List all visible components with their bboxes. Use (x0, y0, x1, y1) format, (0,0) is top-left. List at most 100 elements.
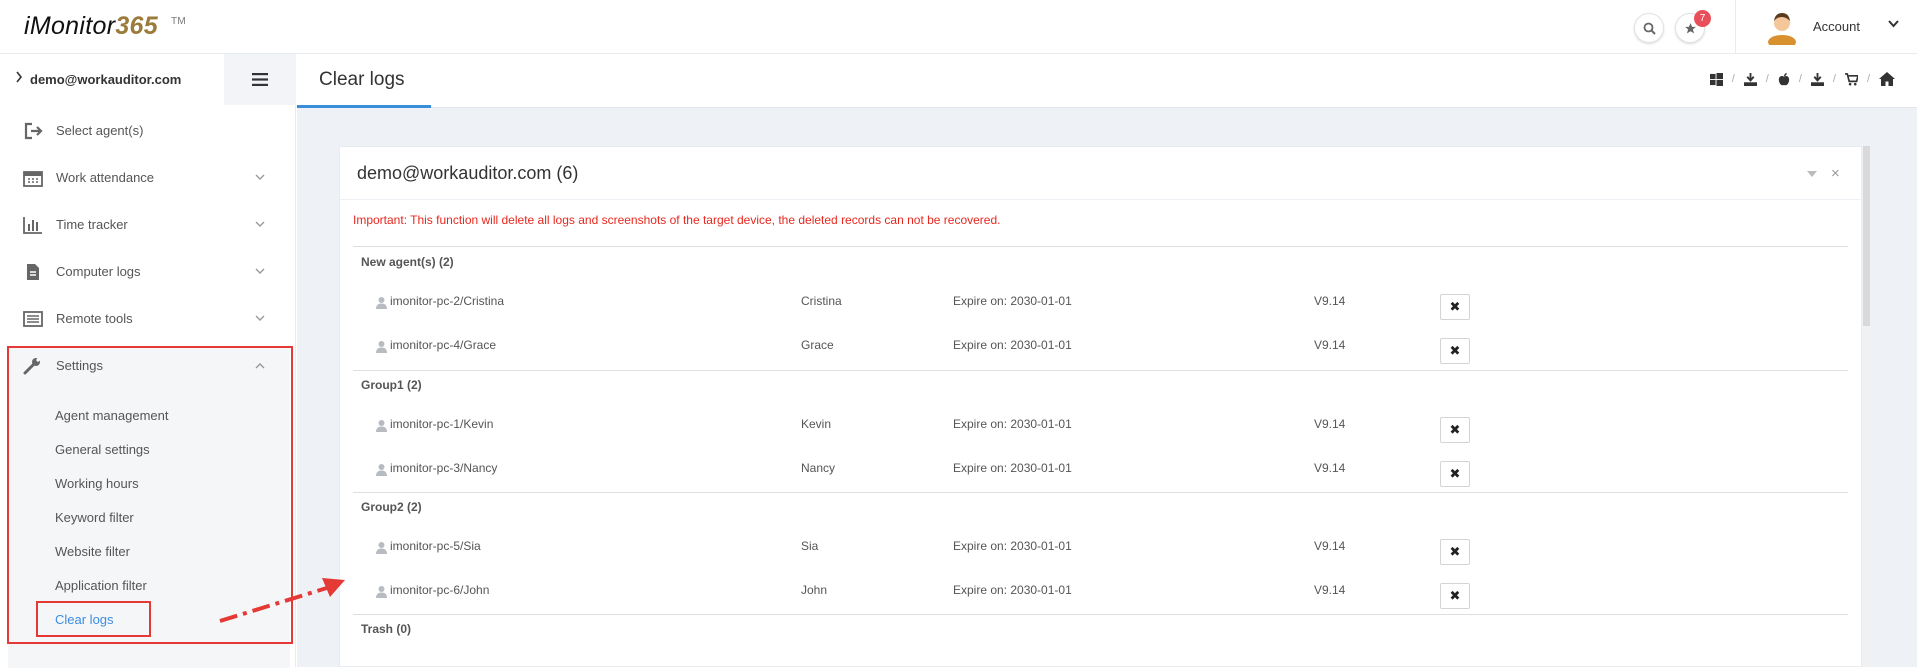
page-toolbar: / / / / / (1709, 72, 1895, 86)
scrollbar-thumb[interactable] (1863, 146, 1870, 326)
chevron-down-icon (255, 315, 265, 321)
sidebar-item-label: Remote tools (56, 311, 133, 326)
toolbar-separator: / (1765, 73, 1769, 85)
agent-expire: Expire on: 2030-01-01 (953, 294, 1072, 308)
page-title-underline (297, 105, 431, 108)
header-divider (1735, 0, 1736, 54)
favorites-button[interactable]: 7 (1675, 10, 1711, 43)
group-divider (353, 246, 1848, 247)
search-button[interactable] (1634, 13, 1664, 43)
agent-user: Grace (801, 338, 834, 352)
annotation-clear-logs-box (36, 601, 151, 637)
table-row: imonitor-pc-3/Nancy Nancy Expire on: 203… (353, 455, 1848, 491)
agent-pc-name[interactable]: imonitor-pc-4/Grace (390, 338, 496, 352)
table-row: imonitor-pc-4/Grace Grace Expire on: 203… (353, 332, 1848, 368)
toolbar-separator: / (1798, 73, 1802, 85)
list-icon (23, 311, 43, 327)
sidebar-user-row[interactable]: demo@workauditor.com (0, 54, 296, 105)
apple-icon[interactable] (1778, 72, 1790, 86)
agent-expire: Expire on: 2030-01-01 (953, 583, 1072, 597)
collapse-icon[interactable] (1807, 171, 1817, 177)
cart-icon[interactable] (1844, 72, 1858, 86)
agent-expire: Expire on: 2030-01-01 (953, 461, 1072, 475)
agent-pc-name[interactable]: imonitor-pc-5/Sia (390, 539, 481, 553)
page-bar: Clear logs / / / / / (297, 54, 1917, 108)
agent-expire: Expire on: 2030-01-01 (953, 539, 1072, 553)
toolbar-separator: / (1866, 73, 1870, 85)
agent-version: V9.14 (1314, 539, 1346, 553)
logo-trademark: TM (171, 16, 187, 27)
table-row: imonitor-pc-1/Kevin Kevin Expire on: 203… (353, 411, 1848, 447)
table-row: imonitor-pc-5/Sia Sia Expire on: 2030-01… (353, 533, 1848, 569)
agent-version: V9.14 (1314, 461, 1346, 475)
bar-chart-icon (23, 217, 42, 234)
search-icon (1643, 22, 1656, 35)
calendar-icon (23, 171, 43, 187)
close-icon: ✖ (1449, 466, 1461, 481)
download-icon[interactable] (1743, 72, 1757, 86)
chevron-down-icon (255, 221, 265, 227)
avatar[interactable] (1767, 9, 1797, 45)
user-icon (376, 420, 387, 432)
close-icon: ✖ (1449, 299, 1461, 314)
agent-version: V9.14 (1314, 417, 1346, 431)
group-divider (353, 614, 1848, 615)
agent-pc-name[interactable]: imonitor-pc-1/Kevin (390, 417, 493, 431)
delete-logs-button[interactable]: ✖ (1440, 338, 1470, 364)
delete-logs-button[interactable]: ✖ (1440, 461, 1470, 487)
close-icon: ✖ (1449, 544, 1461, 559)
sign-in-icon (24, 122, 43, 140)
delete-logs-button[interactable]: ✖ (1440, 417, 1470, 443)
group-divider (353, 370, 1848, 371)
delete-logs-button[interactable]: ✖ (1440, 539, 1470, 565)
sidebar-item-label: Work attendance (56, 170, 155, 185)
close-icon[interactable]: × (1831, 165, 1840, 182)
close-icon: ✖ (1449, 588, 1461, 603)
user-icon (376, 341, 387, 353)
windows-icon[interactable] (1709, 72, 1723, 86)
chevron-down-icon (255, 268, 265, 274)
sidebar-item-remote-tools[interactable]: Remote tools (0, 296, 296, 342)
agent-version: V9.14 (1314, 294, 1346, 308)
logo[interactable]: iMonitor365 TM (24, 12, 186, 41)
chevron-right-icon (16, 71, 23, 83)
sidebar: demo@workauditor.com Select agent(s) Wor… (0, 54, 296, 668)
agent-pc-name[interactable]: imonitor-pc-2/Cristina (390, 294, 504, 308)
download-icon[interactable] (1810, 72, 1824, 86)
delete-logs-button[interactable]: ✖ (1440, 294, 1470, 320)
chevron-down-icon[interactable] (1888, 20, 1899, 28)
agent-version: V9.14 (1314, 583, 1346, 597)
table-row: imonitor-pc-2/Cristina Cristina Expire o… (353, 288, 1848, 324)
home-icon[interactable] (1879, 72, 1895, 86)
user-icon (376, 297, 387, 309)
file-icon (27, 264, 39, 280)
sidebar-item-work-attendance[interactable]: Work attendance (0, 155, 296, 201)
delete-logs-button[interactable]: ✖ (1440, 583, 1470, 609)
user-icon (376, 464, 387, 476)
sidebar-item-label: Computer logs (56, 264, 141, 279)
top-header: iMonitor365 TM 7 Account (0, 0, 1917, 54)
table-row: imonitor-pc-6/John John Expire on: 2030-… (353, 577, 1848, 613)
agent-expire: Expire on: 2030-01-01 (953, 417, 1072, 431)
account-menu[interactable]: Account (1813, 19, 1860, 34)
sidebar-item-label: Time tracker (56, 217, 128, 232)
sidebar-toggle-button[interactable] (224, 54, 296, 105)
sidebar-item-label: Select agent(s) (56, 123, 144, 138)
menu-icon (252, 73, 268, 86)
sidebar-item-computer-logs[interactable]: Computer logs (0, 249, 296, 295)
group-label: New agent(s) (2) (361, 255, 454, 269)
agent-expire: Expire on: 2030-01-01 (953, 338, 1072, 352)
group-divider (353, 492, 1848, 493)
group-label: Group2 (2) (361, 500, 422, 514)
close-icon: ✖ (1449, 422, 1461, 437)
agents-portlet: demo@workauditor.com (6) × Important: Th… (339, 146, 1863, 667)
agent-pc-name[interactable]: imonitor-pc-6/John (390, 583, 489, 597)
agent-pc-name[interactable]: imonitor-pc-3/Nancy (390, 461, 497, 475)
agent-version: V9.14 (1314, 338, 1346, 352)
annotation-settings-box (7, 346, 293, 644)
sidebar-item-time-tracker[interactable]: Time tracker (0, 202, 296, 248)
group-label: Trash (0) (361, 622, 412, 636)
agent-user: Cristina (801, 294, 842, 308)
sidebar-item-select-agents[interactable]: Select agent(s) (0, 108, 296, 154)
close-icon: ✖ (1449, 343, 1461, 358)
